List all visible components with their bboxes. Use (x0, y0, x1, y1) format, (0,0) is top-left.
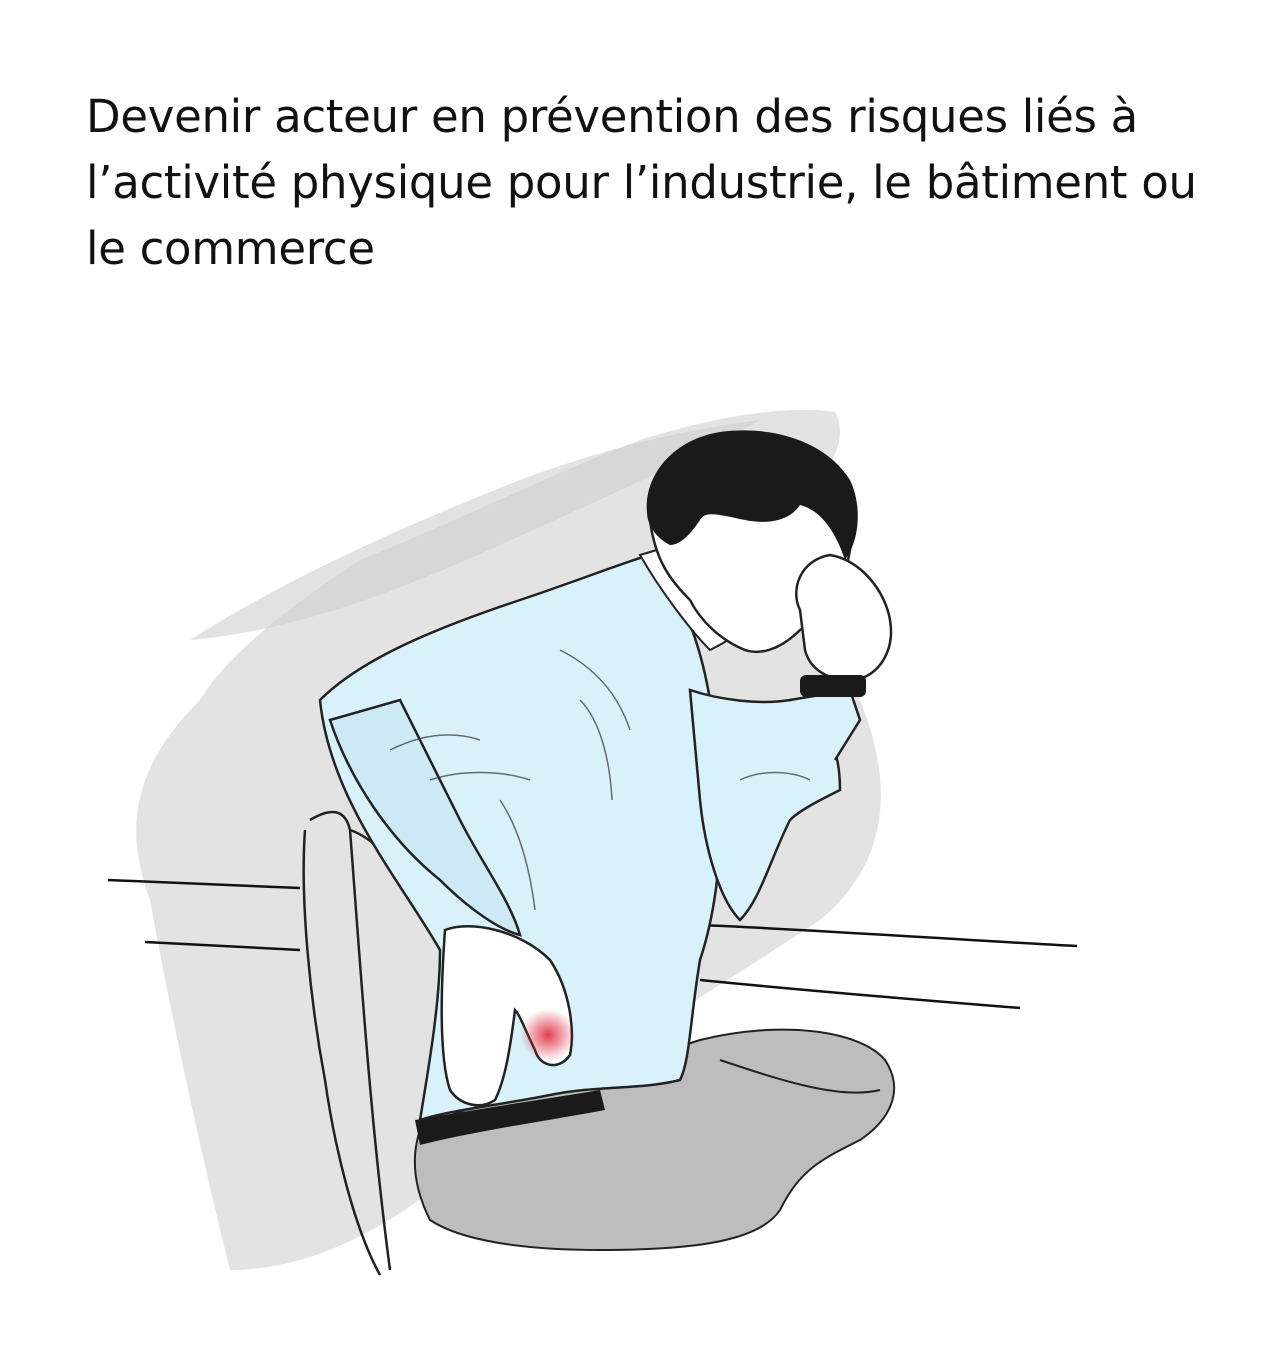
back-pain-illustration (100, 395, 1100, 1295)
seated-man-back-pain-sketch-icon (107, 409, 1078, 1276)
page-title: Devenir acteur en prévention des risques… (86, 84, 1246, 282)
title-line-3: le commerce (86, 222, 375, 275)
wristwatch-icon (800, 675, 866, 697)
title-line-1: Devenir acteur en prévention des risques… (86, 90, 1138, 143)
pain-spot-icon (520, 1009, 576, 1061)
title-line-2: l’activité physique pour l’industrie, le… (86, 156, 1197, 209)
hand-on-head (795, 553, 893, 682)
